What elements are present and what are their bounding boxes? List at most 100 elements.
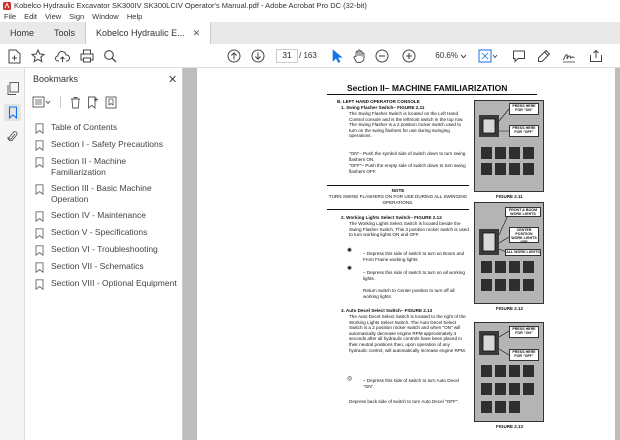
bookmark-table-of-contents[interactable]: Table of Contents xyxy=(35,122,180,134)
bookmark-icon xyxy=(35,245,44,256)
tab-tools[interactable]: Tools xyxy=(44,22,85,44)
bookmark-icon xyxy=(35,184,44,195)
bookmark-section-i[interactable]: Section I - Safety Precautions xyxy=(35,139,180,151)
star-icon[interactable] xyxy=(30,48,46,64)
cloud-upload-icon[interactable] xyxy=(54,48,70,64)
figure-2-13-caption: FIGURE 2.13 xyxy=(496,424,524,429)
tab-home-label: Home xyxy=(10,28,35,38)
sign-icon[interactable] xyxy=(561,48,577,64)
bookmark-icon xyxy=(35,279,44,290)
bookmark-label: Section VII - Schematics xyxy=(51,261,144,271)
acrobat-app-icon xyxy=(3,1,11,10)
select-cursor-icon[interactable] xyxy=(330,48,344,64)
tab-close-icon[interactable]: ✕ xyxy=(193,28,201,39)
menu-help[interactable]: Help xyxy=(127,12,142,21)
note-rule-top xyxy=(327,185,469,186)
menu-file[interactable]: File xyxy=(4,12,16,21)
bookmark-list: Table of Contents Section I - Safety Pre… xyxy=(35,122,180,295)
attachments-icon[interactable] xyxy=(6,130,19,143)
fig2-callout-boom: FRONT & BOOM WORK LIGHTS xyxy=(505,207,541,217)
item3-off: Depress back side of switch to turn Auto… xyxy=(349,399,459,404)
item2-center: Return switch to Center position to turn… xyxy=(363,288,455,299)
bookmark-section-viii[interactable]: Section VIII - Optional Equipment xyxy=(35,278,180,290)
item2-body: The Working Lights Select Switch is loca… xyxy=(349,221,469,238)
menu-edit[interactable]: Edit xyxy=(24,12,37,21)
hand-tool-icon[interactable] xyxy=(352,48,366,64)
tab-tools-label: Tools xyxy=(54,28,76,38)
bookmarks-close-icon[interactable]: ✕ xyxy=(168,73,177,86)
menu-bar: File Edit View Sign Window Help xyxy=(0,11,620,22)
comment-icon[interactable] xyxy=(511,48,527,64)
section-title: Section II– MACHINE FAMILIARIZATION xyxy=(347,83,508,93)
bookmark-options-icon[interactable] xyxy=(31,95,53,109)
tab-home[interactable]: Home xyxy=(0,22,44,44)
bookmark-section-v[interactable]: Section V - Specifications xyxy=(35,227,180,239)
create-pdf-icon[interactable] xyxy=(6,48,22,64)
document-viewport[interactable]: Section II– MACHINE FAMILIARIZATION B. L… xyxy=(183,68,620,440)
bookmark-section-iv[interactable]: Section IV - Maintenance xyxy=(35,210,180,222)
all-lights-icon: ✺ xyxy=(347,266,353,272)
item1-on: "ON"– Push the symbol side of switch dow… xyxy=(349,151,466,162)
bookmark-label: Section I - Safety Precautions xyxy=(51,139,163,149)
bookmark-section-iii[interactable]: Section III - Basic Machine Operation xyxy=(35,183,180,205)
figure-2-11: PRESS HERE FOR "ON" PRESS HERE FOR "OFF" xyxy=(474,100,544,192)
menu-view[interactable]: View xyxy=(45,12,61,21)
fig1-callout-off: PRESS HERE FOR "OFF" xyxy=(509,125,539,137)
bookmark-from-selection-icon[interactable] xyxy=(104,95,118,109)
title-rule xyxy=(327,94,537,95)
fig2-callout-center: CENTER POSITION WORK LIGHTS OFF xyxy=(509,227,539,244)
figure-2-12-caption: FIGURE 2.12 xyxy=(496,306,524,311)
bookmark-label: Section VIII - Optional Equipment xyxy=(51,278,177,288)
bookmark-section-ii[interactable]: Section II - Machine Familiarization xyxy=(35,156,180,178)
auto-decel-icon: ◎ xyxy=(347,376,353,382)
bookmark-label: Table of Contents xyxy=(51,122,118,132)
new-bookmark-icon[interactable] xyxy=(86,95,100,109)
bookmark-label: Section VI - Troubleshooting xyxy=(51,244,158,254)
tab-document[interactable]: Kobelco Hydraulic E... ✕ xyxy=(85,22,212,44)
main-toolbar: 31 / 163 60.6% xyxy=(0,44,620,68)
bookmarks-toolbar xyxy=(31,94,118,110)
page-number-input[interactable]: 31 xyxy=(276,49,298,63)
bookmark-icon xyxy=(35,140,44,151)
page-thumbnails-icon[interactable] xyxy=(6,82,19,95)
highlight-pen-icon[interactable] xyxy=(536,48,552,64)
search-icon[interactable] xyxy=(102,48,118,64)
menu-window[interactable]: Window xyxy=(92,12,119,21)
fig1-callout-on: PRESS HERE FOR "ON" xyxy=(509,103,539,115)
bookmark-icon xyxy=(35,123,44,134)
note-text: TURN SWING FLASHERS ON FOR USE DURING AL… xyxy=(328,194,468,205)
bookmark-section-vii[interactable]: Section VII - Schematics xyxy=(35,261,180,273)
fig3-callout-off: PRESS HERE FOR "OFF" xyxy=(509,349,539,361)
page-total: / 163 xyxy=(299,51,317,60)
tab-document-label: Kobelco Hydraulic E... xyxy=(96,28,185,38)
figure-2-12: FRONT & BOOM WORK LIGHTS CENTER POSITION… xyxy=(474,202,544,304)
bookmark-section-vi[interactable]: Section VI - Troubleshooting xyxy=(35,244,180,256)
item3-heading: 3. Auto Decel Select Switch– FIGURE 2.13 xyxy=(341,308,433,313)
b-heading: B. LEFT HAND OPERATOR CONSOLE xyxy=(337,99,420,104)
item1-body: The Swing Flasher Switch is located on t… xyxy=(349,111,464,139)
fig3-callout-on: PRESS HERE FOR "ON" xyxy=(509,326,539,338)
bookmarks-header: Bookmarks xyxy=(33,74,79,84)
previous-page-icon[interactable] xyxy=(226,48,242,64)
item3-on: – Depress this side of switch to turn Au… xyxy=(363,378,460,389)
next-page-icon[interactable] xyxy=(250,48,266,64)
zoom-chevron-down-icon[interactable] xyxy=(459,48,467,64)
navigation-rail xyxy=(0,68,25,440)
delete-bookmark-icon[interactable] xyxy=(68,95,82,109)
bookmark-icon xyxy=(35,228,44,239)
zoom-level[interactable]: 60.6% xyxy=(428,49,458,63)
bookmarks-panel-icon[interactable] xyxy=(4,104,21,121)
bookmark-icon xyxy=(35,262,44,273)
share-icon[interactable] xyxy=(588,48,604,64)
zoom-out-icon[interactable] xyxy=(375,48,389,64)
zoom-in-icon[interactable] xyxy=(402,48,416,64)
bookmark-label: Section V - Specifications xyxy=(51,227,148,237)
fit-page-icon[interactable] xyxy=(477,48,499,64)
bookmark-icon xyxy=(35,211,44,222)
menu-sign[interactable]: Sign xyxy=(69,12,84,21)
item2-heading: 2. Working Lights Select Switch– FIGURE … xyxy=(341,215,442,220)
bookmark-label: Section III - Basic Machine Operation xyxy=(51,183,152,204)
fig2-callout-all: ALL WORK LIGHTS xyxy=(505,249,541,256)
print-icon[interactable] xyxy=(79,48,95,64)
bookmarks-panel: Bookmarks ✕ Table of Contents Section I … xyxy=(25,68,183,440)
